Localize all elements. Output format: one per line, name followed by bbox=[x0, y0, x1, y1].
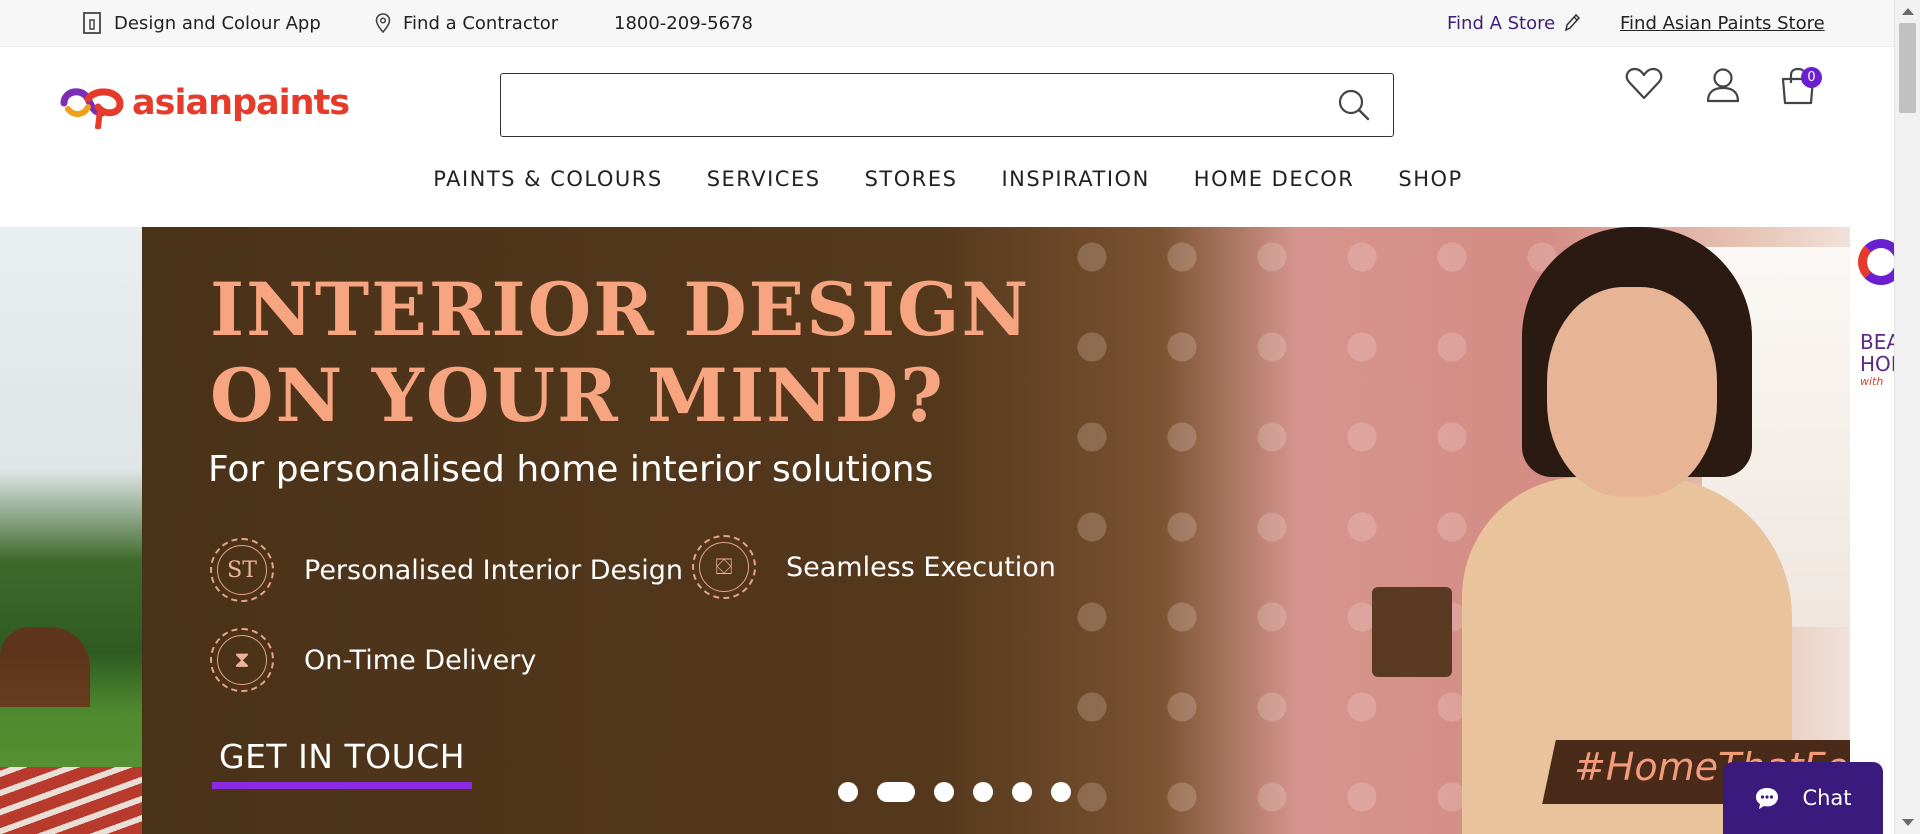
search-input[interactable] bbox=[501, 74, 1301, 134]
mobile-app-icon bbox=[83, 12, 101, 34]
phone-number-text: 1800-209-5678 bbox=[614, 12, 753, 34]
asianpaints-logo-mark-icon bbox=[60, 88, 124, 129]
carousel-dot-2-active[interactable] bbox=[877, 782, 915, 802]
sofa-icon: ⛋ bbox=[692, 535, 756, 599]
site-header: asianpaints 0 PAINTS & COLOURS SERVICES … bbox=[0, 47, 1894, 227]
scroll-up-arrow-icon[interactable] bbox=[1902, 8, 1914, 15]
garden-path-image bbox=[0, 767, 142, 834]
nav-inspiration[interactable]: INSPIRATION bbox=[1001, 167, 1149, 191]
find-asian-paints-store-label: Find Asian Paints Store bbox=[1620, 12, 1825, 34]
feature-label: Seamless Execution bbox=[786, 551, 1056, 583]
hero-headline-line2: ON YOUR MIND? bbox=[210, 353, 945, 439]
main-navigation: PAINTS & COLOURS SERVICES STORES INSPIRA… bbox=[0, 167, 1894, 191]
feature-label: On-Time Delivery bbox=[304, 644, 537, 676]
hero-headline-line1: INTERIOR DESIGN bbox=[210, 267, 1031, 353]
wall-switch-image bbox=[1372, 587, 1452, 677]
feature-on-time-delivery: ⧗ On-Time Delivery bbox=[210, 628, 536, 692]
find-asian-paints-store-link[interactable]: Find Asian Paints Store bbox=[1620, 0, 1825, 46]
find-a-store-link[interactable]: Find A Store bbox=[1447, 0, 1581, 46]
wishlist-heart-icon[interactable] bbox=[1625, 67, 1663, 101]
chat-button[interactable]: Chat bbox=[1723, 762, 1883, 834]
search-box[interactable] bbox=[500, 73, 1394, 137]
previous-slide-peek[interactable] bbox=[0, 227, 142, 834]
woman-face bbox=[1547, 287, 1717, 497]
design-colour-app-label: Design and Colour App bbox=[114, 12, 321, 34]
chat-label: Chat bbox=[1802, 786, 1852, 810]
scroll-down-arrow-icon[interactable] bbox=[1902, 819, 1914, 826]
brand-ring-icon bbox=[1858, 239, 1894, 285]
feature-label: Personalised Interior Design bbox=[304, 554, 683, 586]
find-contractor-label: Find a Contractor bbox=[403, 12, 559, 34]
design-colour-app-link[interactable]: Design and Colour App bbox=[82, 0, 321, 46]
monogram-icon: ST bbox=[210, 538, 274, 602]
hero-subheading: For personalised home interior solutions bbox=[208, 449, 934, 490]
carousel-dot-6[interactable] bbox=[1051, 782, 1071, 802]
carousel-dot-5[interactable] bbox=[1012, 782, 1032, 802]
search-icon[interactable] bbox=[1337, 88, 1371, 122]
carousel-pagination bbox=[838, 782, 1090, 802]
top-utility-bar: Design and Colour App Find a Contractor … bbox=[0, 0, 1894, 47]
page-scrollbar[interactable] bbox=[1894, 0, 1920, 834]
next-slide-peek[interactable]: BEA HOI with bbox=[1850, 227, 1894, 834]
hero-carousel[interactable]: #HomeThatFeels BEAHOI with INTERIOR DESI… bbox=[0, 227, 1894, 834]
nav-shop[interactable]: SHOP bbox=[1398, 167, 1462, 191]
carousel-dot-4[interactable] bbox=[973, 782, 993, 802]
hero-headline: INTERIOR DESIGN ON YOUR MIND? bbox=[210, 267, 1030, 439]
feature-seamless-execution: ⛋ Seamless Execution bbox=[692, 535, 1056, 599]
cart-count-badge: 0 bbox=[1801, 67, 1822, 88]
phone-number[interactable]: 1800-209-5678 bbox=[614, 0, 753, 46]
feature-personalised-design: ST Personalised Interior Design bbox=[210, 538, 683, 602]
find-contractor-link[interactable]: Find a Contractor bbox=[375, 0, 558, 46]
next-slide-text: BEA HOI bbox=[1860, 330, 1894, 376]
user-account-icon[interactable] bbox=[1706, 67, 1740, 103]
nav-home-decor[interactable]: HOME DECOR bbox=[1194, 167, 1355, 191]
chat-bubble-icon bbox=[1756, 788, 1779, 809]
scrollbar-thumb[interactable] bbox=[1899, 23, 1916, 113]
pencil-icon bbox=[1565, 13, 1581, 32]
nav-services[interactable]: SERVICES bbox=[707, 167, 821, 191]
carousel-dot-1[interactable] bbox=[838, 782, 858, 802]
nav-stores[interactable]: STORES bbox=[865, 167, 958, 191]
find-a-store-label: Find A Store bbox=[1447, 12, 1556, 34]
asianpaints-logo[interactable]: asianpaints bbox=[58, 77, 350, 129]
hourglass-icon: ⧗ bbox=[210, 628, 274, 692]
logo-wordmark: asianpaints bbox=[132, 83, 350, 123]
next-slide-subtext: with bbox=[1860, 375, 1884, 388]
carousel-dot-3[interactable] bbox=[934, 782, 954, 802]
location-pin-icon bbox=[375, 13, 391, 33]
garden-hedge-image bbox=[0, 627, 90, 707]
nav-paints-colours[interactable]: PAINTS & COLOURS bbox=[433, 167, 662, 191]
get-in-touch-button[interactable]: GET IN TOUCH bbox=[212, 737, 473, 789]
